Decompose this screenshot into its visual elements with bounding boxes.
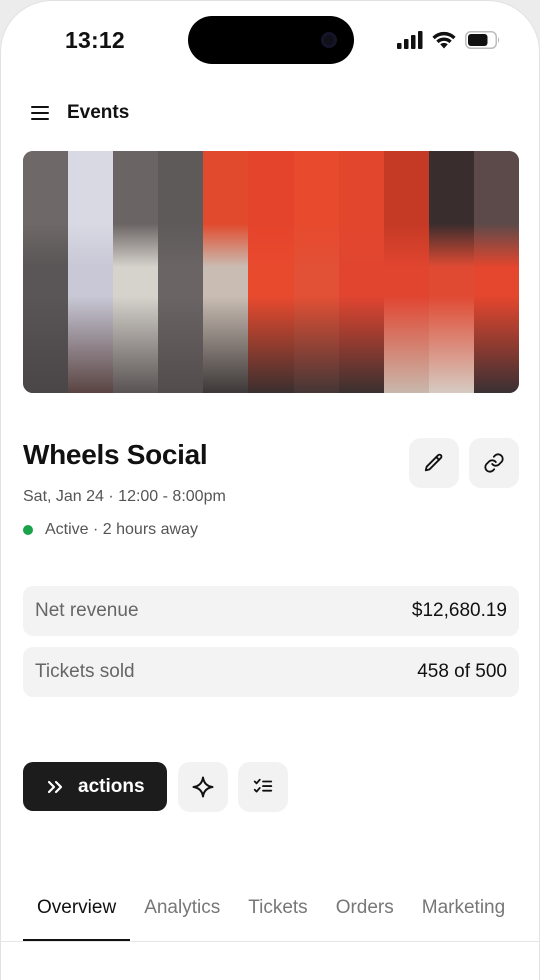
cover-strip — [428, 151, 474, 393]
dynamic-island — [188, 16, 354, 64]
net-revenue-stat: Net revenue $12,680.19 — [23, 586, 519, 636]
tickets-sold-stat: Tickets sold 458 of 500 — [23, 647, 519, 697]
hamburger-menu-icon[interactable] — [31, 106, 49, 120]
status-time: 13:12 — [65, 27, 125, 53]
event-tabs: Overview Analytics Tickets Orders Market… — [23, 897, 519, 942]
edit-button[interactable] — [409, 438, 459, 488]
checklist-icon — [253, 778, 273, 793]
cover-strip — [68, 151, 114, 393]
battery-icon — [465, 31, 500, 49]
pencil-icon — [424, 453, 443, 472]
event-status: Active · 2 hours away — [23, 521, 198, 539]
cover-strip — [23, 151, 69, 393]
status-text: Active · 2 hours away — [45, 521, 198, 538]
event-title: Wheels Social — [23, 439, 208, 470]
link-icon — [484, 453, 504, 473]
app-header: Events — [31, 99, 129, 127]
cover-strip — [158, 151, 204, 393]
actions-label: actions — [78, 775, 145, 797]
status-icons — [397, 29, 501, 51]
cover-strip — [203, 151, 249, 393]
tabs-divider — [1, 941, 539, 942]
sparkle-icon — [192, 776, 214, 798]
tab-orders[interactable]: Orders — [322, 897, 408, 942]
copy-link-button[interactable] — [469, 438, 519, 488]
cover-strip — [293, 151, 339, 393]
status-dot-icon — [23, 525, 33, 535]
camera-icon — [321, 32, 337, 48]
stat-label: Tickets sold — [35, 661, 135, 682]
stat-label: Net revenue — [35, 600, 139, 621]
event-cover-image — [23, 151, 519, 393]
tab-tickets[interactable]: Tickets — [234, 897, 321, 942]
actions-button[interactable]: actions — [23, 762, 167, 811]
tab-overview[interactable]: Overview — [23, 897, 131, 942]
page-title: Events — [67, 102, 130, 123]
cover-strip — [383, 151, 429, 393]
cover-strip — [338, 151, 384, 393]
wifi-icon — [432, 31, 456, 49]
tab-marketing[interactable]: Marketing — [408, 897, 519, 942]
signal-icon — [397, 31, 423, 49]
stat-value: $12,680.19 — [411, 600, 507, 621]
cover-strip — [473, 151, 519, 393]
event-date: Sat, Jan 24 · 12:00 - 8:00pm — [23, 488, 226, 505]
tab-analytics[interactable]: Analytics — [130, 897, 234, 942]
phone-screen: 13:12 Events Wheels Social Sat, Jan 24 ·… — [0, 0, 540, 980]
checklist-button[interactable] — [238, 762, 288, 812]
cover-strip — [113, 151, 159, 393]
ai-sparkle-button[interactable] — [178, 762, 228, 812]
cover-strip — [248, 151, 294, 393]
double-chevron-right-icon — [47, 780, 63, 794]
stat-value: 458 of 500 — [417, 661, 507, 682]
